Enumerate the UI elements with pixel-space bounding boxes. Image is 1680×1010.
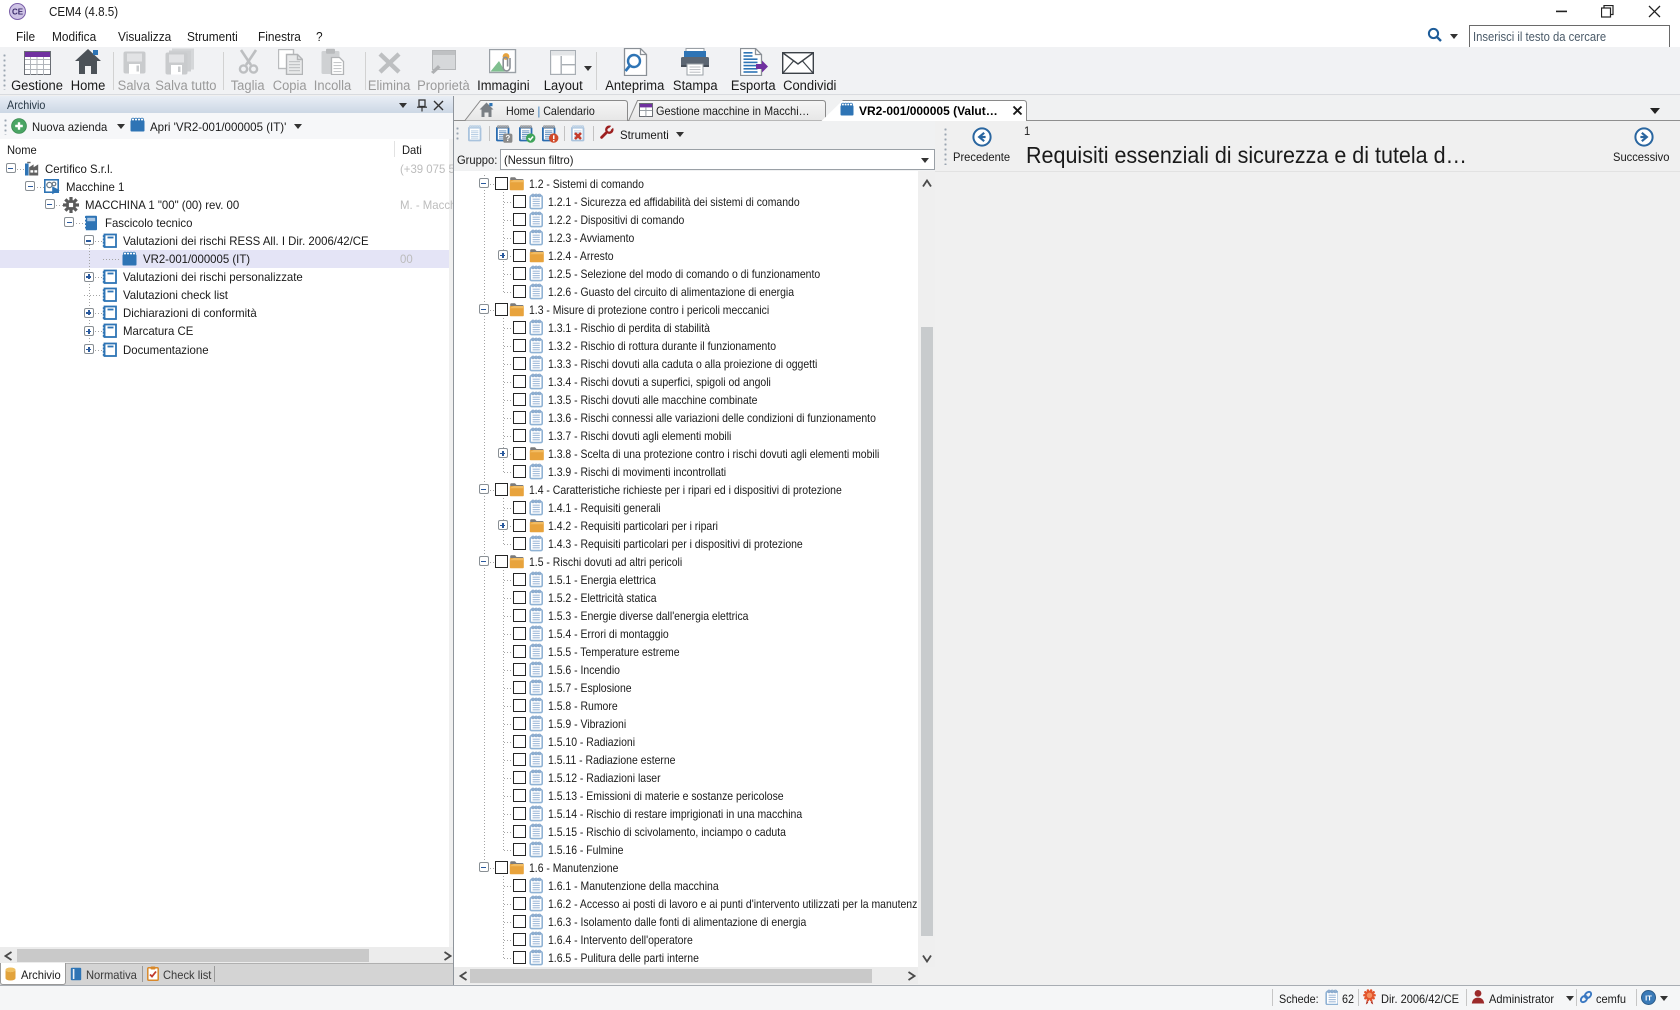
svg-text:IT: IT [1645, 993, 1652, 1002]
svg-text:?: ? [505, 134, 510, 143]
svg-text:CE: CE [12, 8, 24, 17]
